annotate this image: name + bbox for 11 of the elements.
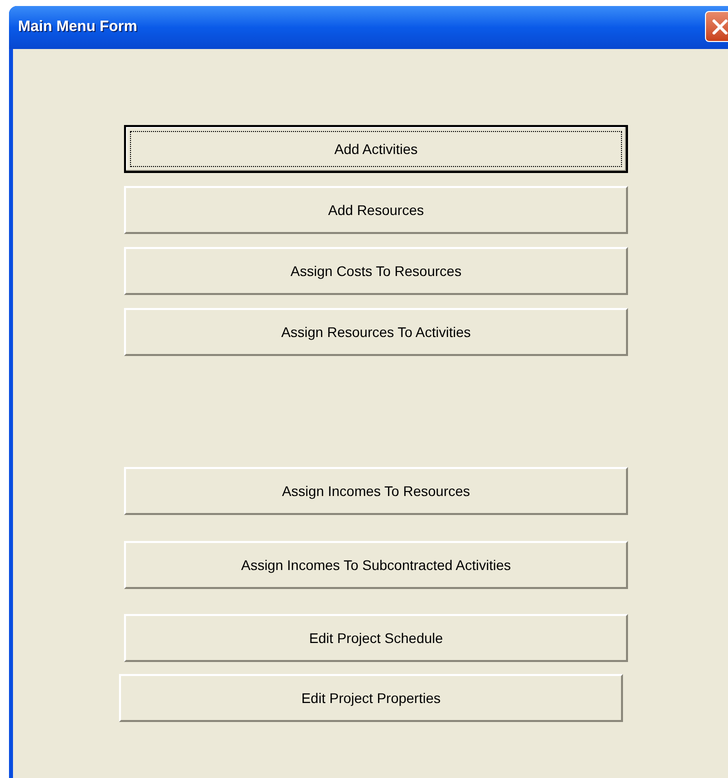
menu-button[interactable]: Add Activities (124, 125, 628, 173)
menu-button[interactable]: Assign Incomes To Resources (124, 467, 628, 515)
close-button[interactable] (705, 11, 728, 42)
menu-button[interactable]: Assign Resources To Activities (124, 308, 628, 356)
menu-button[interactable]: Edit Project Schedule (124, 614, 628, 662)
menu-button[interactable]: Add Resources (124, 186, 628, 234)
menu-button[interactable]: Assign Incomes To Subcontracted Activities (124, 541, 628, 589)
close-icon (711, 18, 728, 36)
menu-button[interactable]: Edit Project Properties (119, 674, 623, 722)
menu-button[interactable]: Assign Costs To Resources (124, 247, 628, 295)
window-title: Main Menu Form (18, 17, 138, 38)
